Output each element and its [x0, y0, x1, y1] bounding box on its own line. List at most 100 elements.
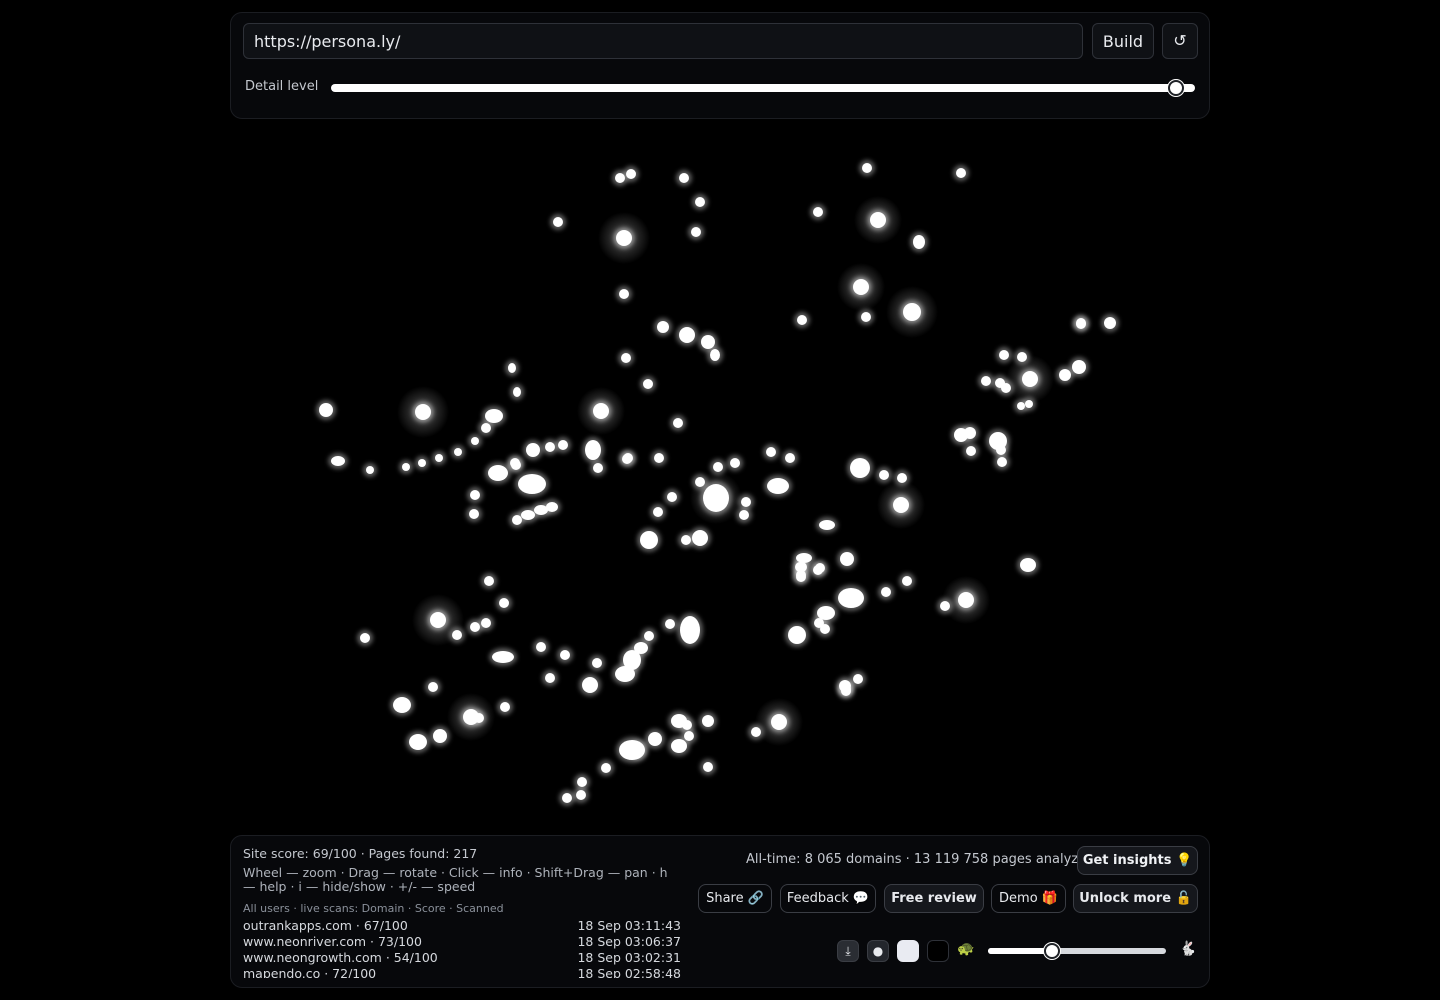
graph-node[interactable] — [622, 454, 632, 464]
graph-node[interactable] — [767, 478, 789, 494]
build-button[interactable]: Build — [1092, 23, 1154, 59]
graph-node[interactable] — [616, 230, 632, 246]
graph-node[interactable] — [526, 443, 540, 457]
graph-node[interactable] — [513, 387, 521, 397]
graph-node[interactable] — [558, 440, 568, 450]
graph-node[interactable] — [785, 453, 795, 463]
graph-node[interactable] — [593, 463, 603, 473]
graph-node[interactable] — [695, 197, 705, 207]
graph-node[interactable] — [585, 440, 601, 460]
graph-node[interactable] — [966, 446, 976, 456]
graph-node[interactable] — [562, 793, 572, 803]
graph-node[interactable] — [634, 642, 648, 654]
graph-node[interactable] — [484, 576, 494, 586]
graph-node[interactable] — [881, 587, 891, 597]
graph-node[interactable] — [500, 702, 510, 712]
speed-slider[interactable] — [988, 948, 1166, 954]
demo-button[interactable]: Demo 🎁 — [991, 884, 1066, 913]
graph-node[interactable] — [797, 315, 807, 325]
graph-node[interactable] — [619, 289, 629, 299]
graph-node[interactable] — [319, 403, 333, 417]
graph-node[interactable] — [546, 502, 558, 512]
graph-node[interactable] — [560, 650, 570, 660]
graph-node[interactable] — [430, 612, 446, 628]
node-style-dot-icon[interactable]: ● — [867, 940, 889, 962]
graph-node[interactable] — [893, 497, 909, 513]
graph-node[interactable] — [995, 378, 1005, 388]
graph-node[interactable] — [862, 163, 872, 173]
graph-node[interactable] — [913, 235, 925, 249]
graph-node[interactable] — [813, 207, 823, 217]
graph-node[interactable] — [956, 168, 966, 178]
graph-node[interactable] — [481, 423, 491, 433]
graph-node[interactable] — [488, 465, 508, 481]
graph-node[interactable] — [452, 630, 462, 640]
graph-node[interactable] — [667, 492, 677, 502]
download-icon[interactable]: ⤓ — [837, 940, 859, 962]
graph-node[interactable] — [681, 535, 691, 545]
graph-node[interactable] — [621, 353, 631, 363]
graph-node[interactable] — [795, 562, 805, 572]
get-insights-button[interactable]: Get insights 💡 — [1077, 846, 1198, 875]
graph-node[interactable] — [626, 169, 636, 179]
graph-node[interactable] — [499, 598, 509, 608]
refresh-icon[interactable]: ↺ — [1162, 23, 1198, 59]
free-review-button[interactable]: Free review — [884, 884, 984, 913]
graph-node[interactable] — [766, 447, 776, 457]
graph-node[interactable] — [839, 680, 851, 692]
url-input[interactable] — [243, 23, 1083, 59]
graph-node[interactable] — [653, 507, 663, 517]
graph-node[interactable] — [630, 743, 644, 757]
graph-node[interactable] — [511, 460, 521, 470]
graph-node[interactable] — [853, 674, 863, 684]
graph-node[interactable] — [673, 418, 683, 428]
graph-node[interactable] — [654, 453, 664, 463]
graph-node[interactable] — [870, 212, 886, 228]
graph-node[interactable] — [861, 312, 871, 322]
graph-node[interactable] — [713, 462, 723, 472]
graph-node[interactable] — [648, 732, 662, 746]
graph-node[interactable] — [545, 673, 555, 683]
graph-node[interactable] — [730, 458, 740, 468]
graph-node[interactable] — [996, 445, 1006, 455]
feedback-button[interactable]: Feedback 💬 — [780, 884, 876, 913]
graph-node[interactable] — [1076, 318, 1086, 328]
graph-node[interactable] — [692, 530, 708, 546]
graph-node[interactable] — [1020, 558, 1036, 572]
graph-node[interactable] — [393, 697, 411, 713]
graph-node[interactable] — [470, 490, 480, 500]
graph-node[interactable] — [454, 448, 462, 456]
detail-level-thumb[interactable] — [1168, 80, 1184, 96]
graph-node[interactable] — [703, 762, 713, 772]
graph-node[interactable] — [879, 470, 889, 480]
graph-node[interactable] — [850, 458, 870, 478]
graph-node[interactable] — [592, 658, 602, 668]
graph-node[interactable] — [981, 376, 991, 386]
graph-node[interactable] — [657, 321, 669, 333]
graph-node[interactable] — [691, 227, 701, 237]
light-theme-button[interactable] — [897, 940, 919, 962]
graph-node[interactable] — [819, 520, 835, 530]
graph-node[interactable] — [553, 217, 563, 227]
graph-node[interactable] — [958, 592, 974, 608]
graph-node[interactable] — [1072, 360, 1086, 374]
graph-node[interactable] — [644, 631, 654, 641]
graph-node[interactable] — [360, 633, 370, 643]
graph-node[interactable] — [1059, 369, 1071, 381]
dark-theme-button[interactable] — [927, 940, 949, 962]
graph-node[interactable] — [751, 727, 761, 737]
graph-node[interactable] — [788, 626, 806, 644]
graph-node[interactable] — [741, 497, 751, 507]
graph-node[interactable] — [902, 576, 912, 586]
graph-node[interactable] — [469, 509, 479, 519]
scan-row[interactable]: outrankapps.com · 67/100 18 Sep 03:11:43 — [243, 918, 683, 934]
graph-node[interactable] — [684, 731, 694, 741]
graph-node[interactable] — [577, 777, 587, 787]
scan-row[interactable]: www.neonriver.com · 73/100 18 Sep 03:06:… — [243, 934, 683, 950]
graph-node[interactable] — [853, 279, 869, 295]
graph-node[interactable] — [679, 327, 695, 343]
graph-node[interactable] — [418, 459, 426, 467]
graph-node[interactable] — [435, 454, 443, 462]
graph-node[interactable] — [331, 456, 345, 466]
scan-row[interactable]: www.neongrowth.com · 54/100 18 Sep 03:02… — [243, 950, 683, 966]
